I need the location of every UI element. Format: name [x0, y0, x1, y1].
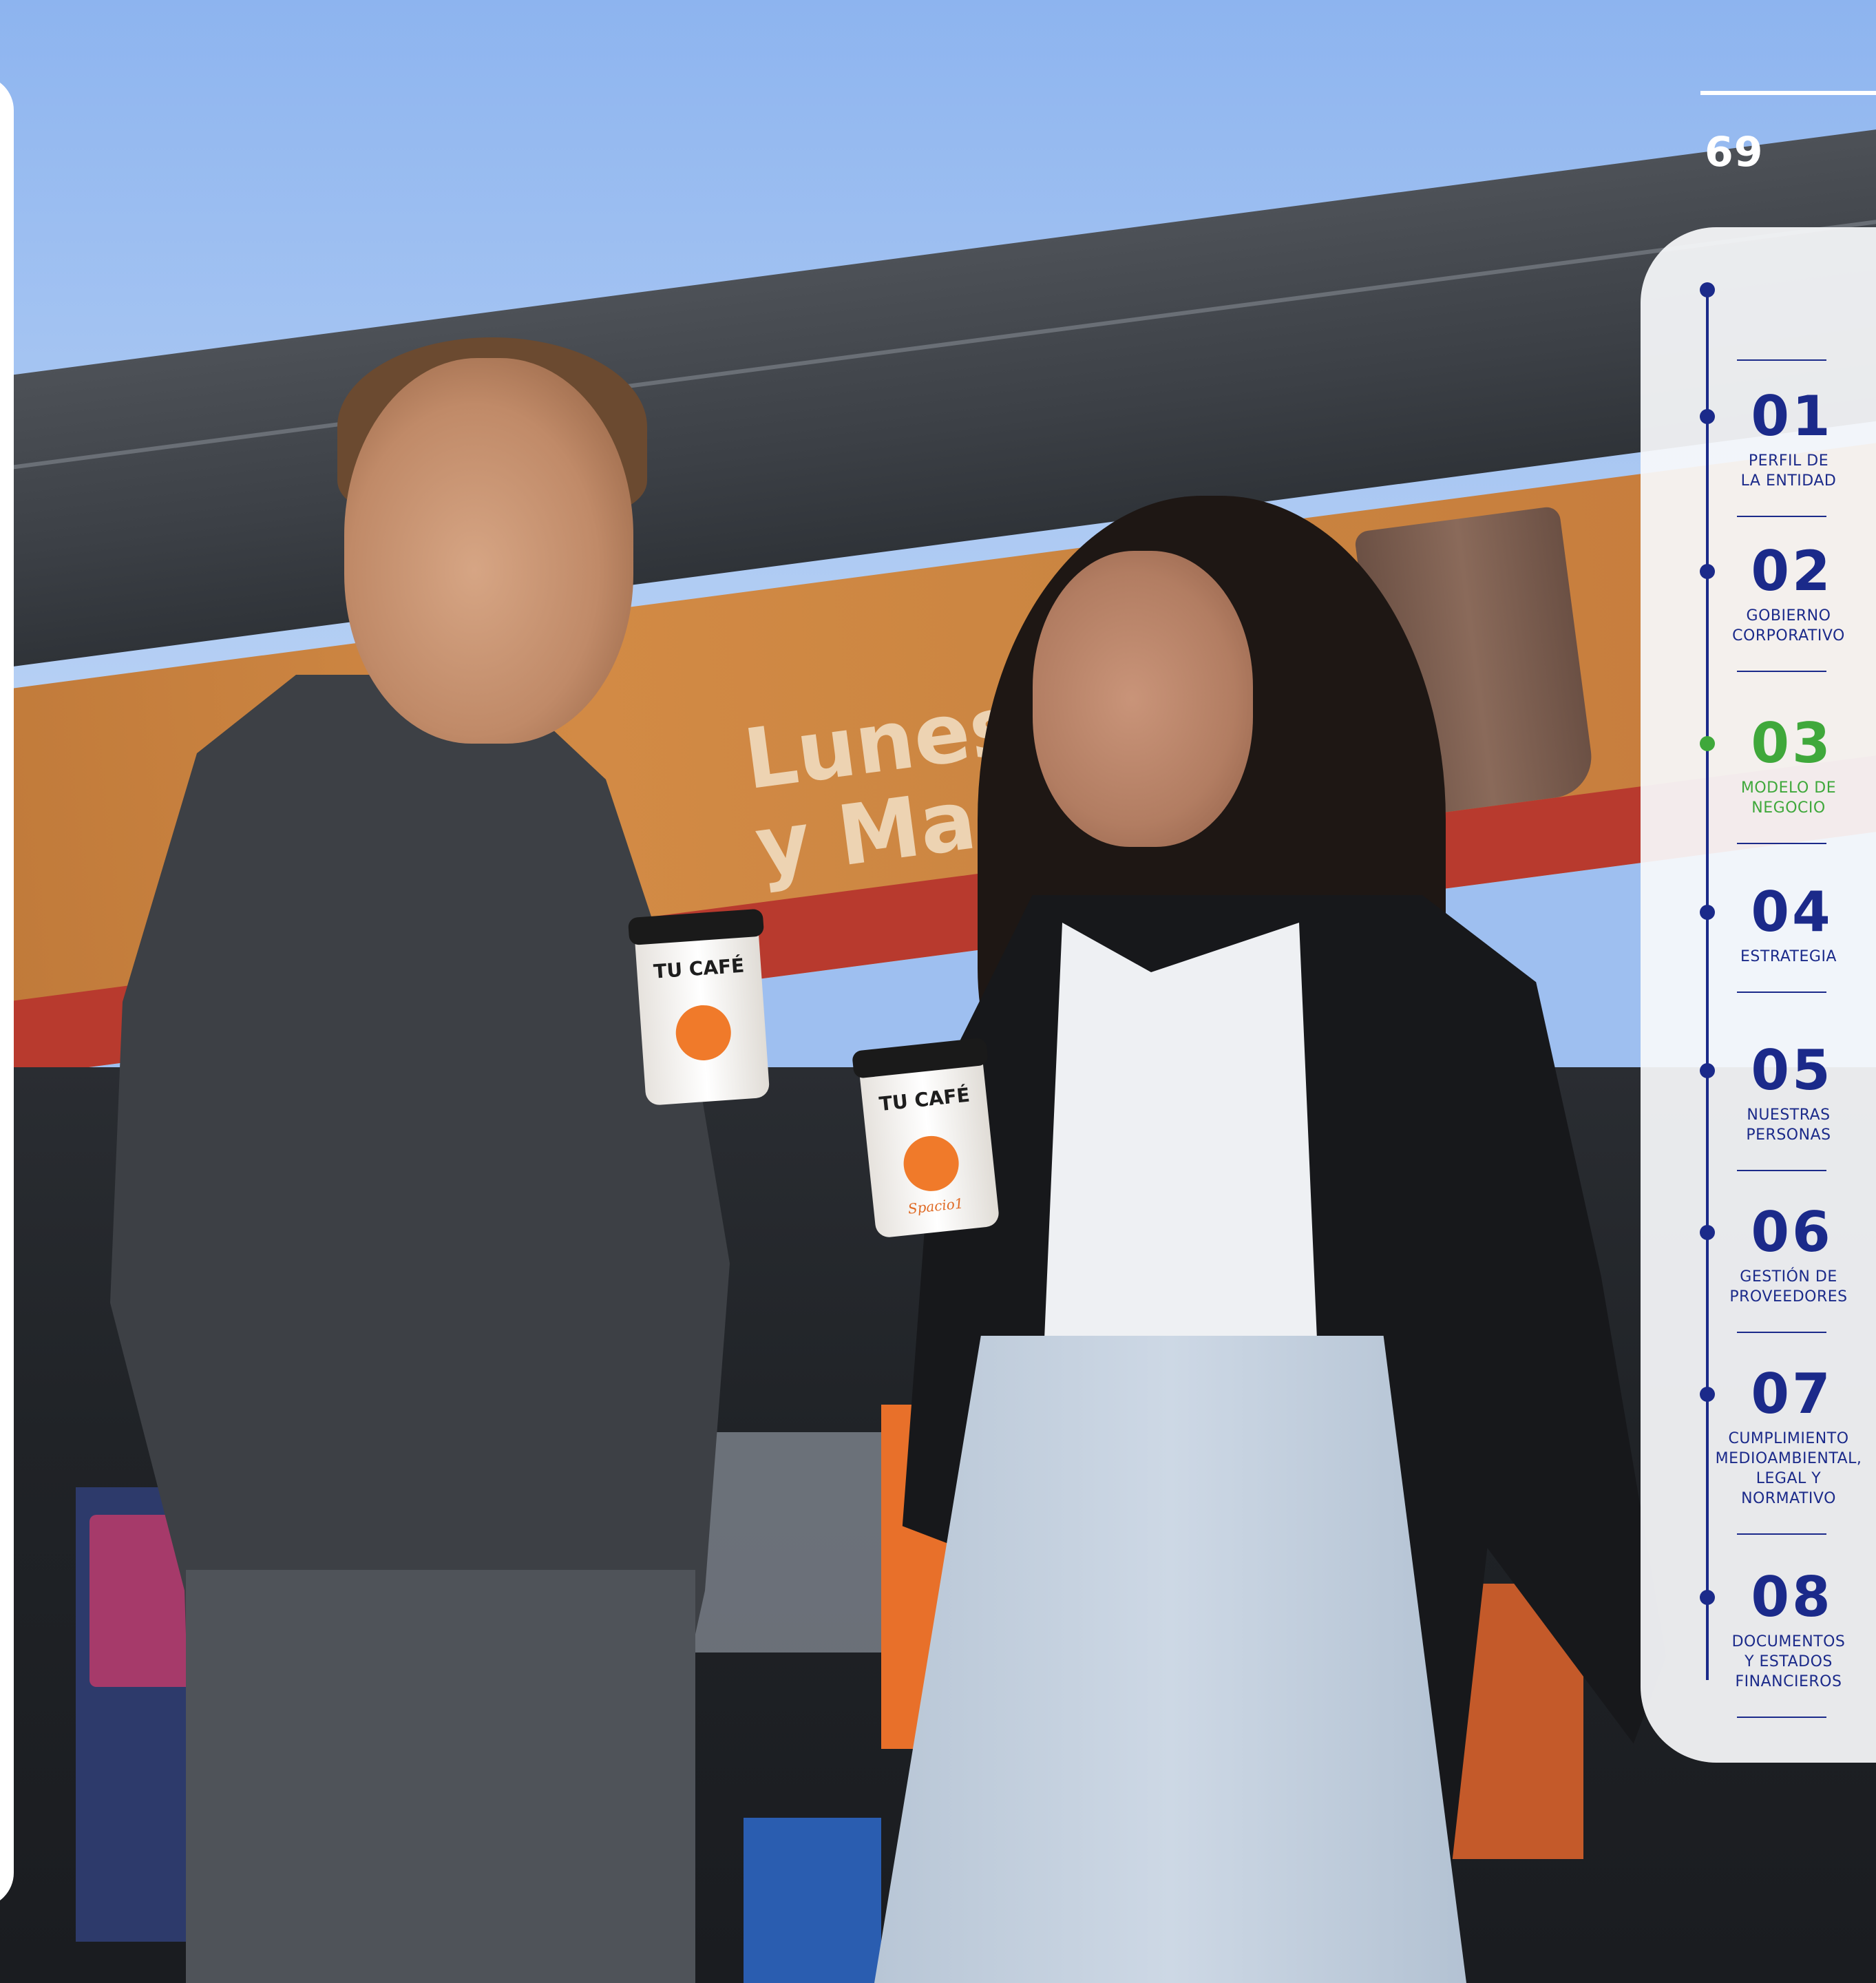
- nav-item-number: 03: [1751, 711, 1833, 775]
- nav-item-number: 08: [1751, 1565, 1833, 1629]
- man-jeans: [186, 1570, 695, 1983]
- nav-item-number: 07: [1751, 1362, 1833, 1426]
- nav-item-label: GESTIÓN DE PROVEEDORES: [1729, 1268, 1848, 1305]
- nav-separator: [1737, 359, 1826, 361]
- timeline-dot: [1700, 564, 1715, 579]
- woman-shirt: [1044, 923, 1317, 1336]
- page-number-rule: [1700, 91, 1876, 95]
- nav-item-label: NUESTRAS PERSONAS: [1746, 1106, 1831, 1144]
- timeline-dot: [1700, 1387, 1715, 1402]
- nav-separator: [1737, 1170, 1826, 1171]
- nav-item-number: 05: [1751, 1038, 1833, 1102]
- nav-separator: [1737, 992, 1826, 993]
- timeline-dot: [1700, 1590, 1715, 1605]
- section-navigation: 01 PERFIL DE LA ENTIDAD 02 GOBIERNO CORPORA…: [1641, 227, 1876, 1763]
- timeline-dot: [1700, 736, 1715, 751]
- nav-item-label: GOBIERNO CORPORATIVO: [1732, 607, 1845, 644]
- nav-separator: [1737, 1332, 1826, 1333]
- store-window: [688, 1432, 895, 1653]
- man-face: [344, 358, 633, 744]
- nav-separator: [1737, 516, 1826, 517]
- smile-logo-icon: [900, 1133, 962, 1194]
- nav-item-label: ESTRATEGIA: [1740, 948, 1837, 965]
- cup-title: TU CAFÉ: [653, 954, 746, 983]
- nav-separator: [1737, 843, 1826, 844]
- cup-title: TU CAFÉ: [878, 1083, 971, 1116]
- nav-separator: [1737, 1533, 1826, 1535]
- nav-item-number: 06: [1751, 1200, 1833, 1264]
- nav-separator: [1737, 1717, 1826, 1718]
- timeline-dot: [1700, 1225, 1715, 1240]
- timeline-start-dot: [1700, 282, 1715, 297]
- nav-item-number: 01: [1751, 384, 1833, 448]
- page-number: 69: [1705, 128, 1764, 176]
- timeline-dot: [1700, 1063, 1715, 1078]
- nav-item-label: MODELO DE NEGOCIO: [1740, 779, 1837, 817]
- coffee-cup: TU CAFÉ: [627, 908, 770, 1106]
- nav-item-label: DOCUMENTOS Y ESTADOS FINANCIEROS: [1731, 1633, 1846, 1690]
- cover-photo: Lunes y Martes TU CAFÉ TU CAFÉ Spacio1: [0, 0, 1876, 1983]
- timeline-dot: [1700, 905, 1715, 920]
- timeline-line: [1706, 289, 1709, 1680]
- nav-separator: [1737, 671, 1826, 672]
- nav-item-label: CUMPLIMIENTO MEDIOAMBIENTAL, LEGAL Y NOR…: [1715, 1430, 1862, 1507]
- cup-brand: Spacio1: [907, 1195, 965, 1217]
- ice-cream-sign: [744, 1818, 881, 1983]
- smile-logo-icon: [674, 1003, 733, 1062]
- woman-face: [1033, 551, 1253, 847]
- nav-item-number: 02: [1751, 539, 1833, 603]
- nav-item-number: 04: [1751, 880, 1833, 944]
- coffee-cup: TU CAFÉ Spacio1: [851, 1037, 1000, 1239]
- nav-item-label: PERFIL DE LA ENTIDAD: [1740, 452, 1837, 490]
- timeline-dot: [1700, 409, 1715, 424]
- page-frame-edge: [0, 76, 14, 1907]
